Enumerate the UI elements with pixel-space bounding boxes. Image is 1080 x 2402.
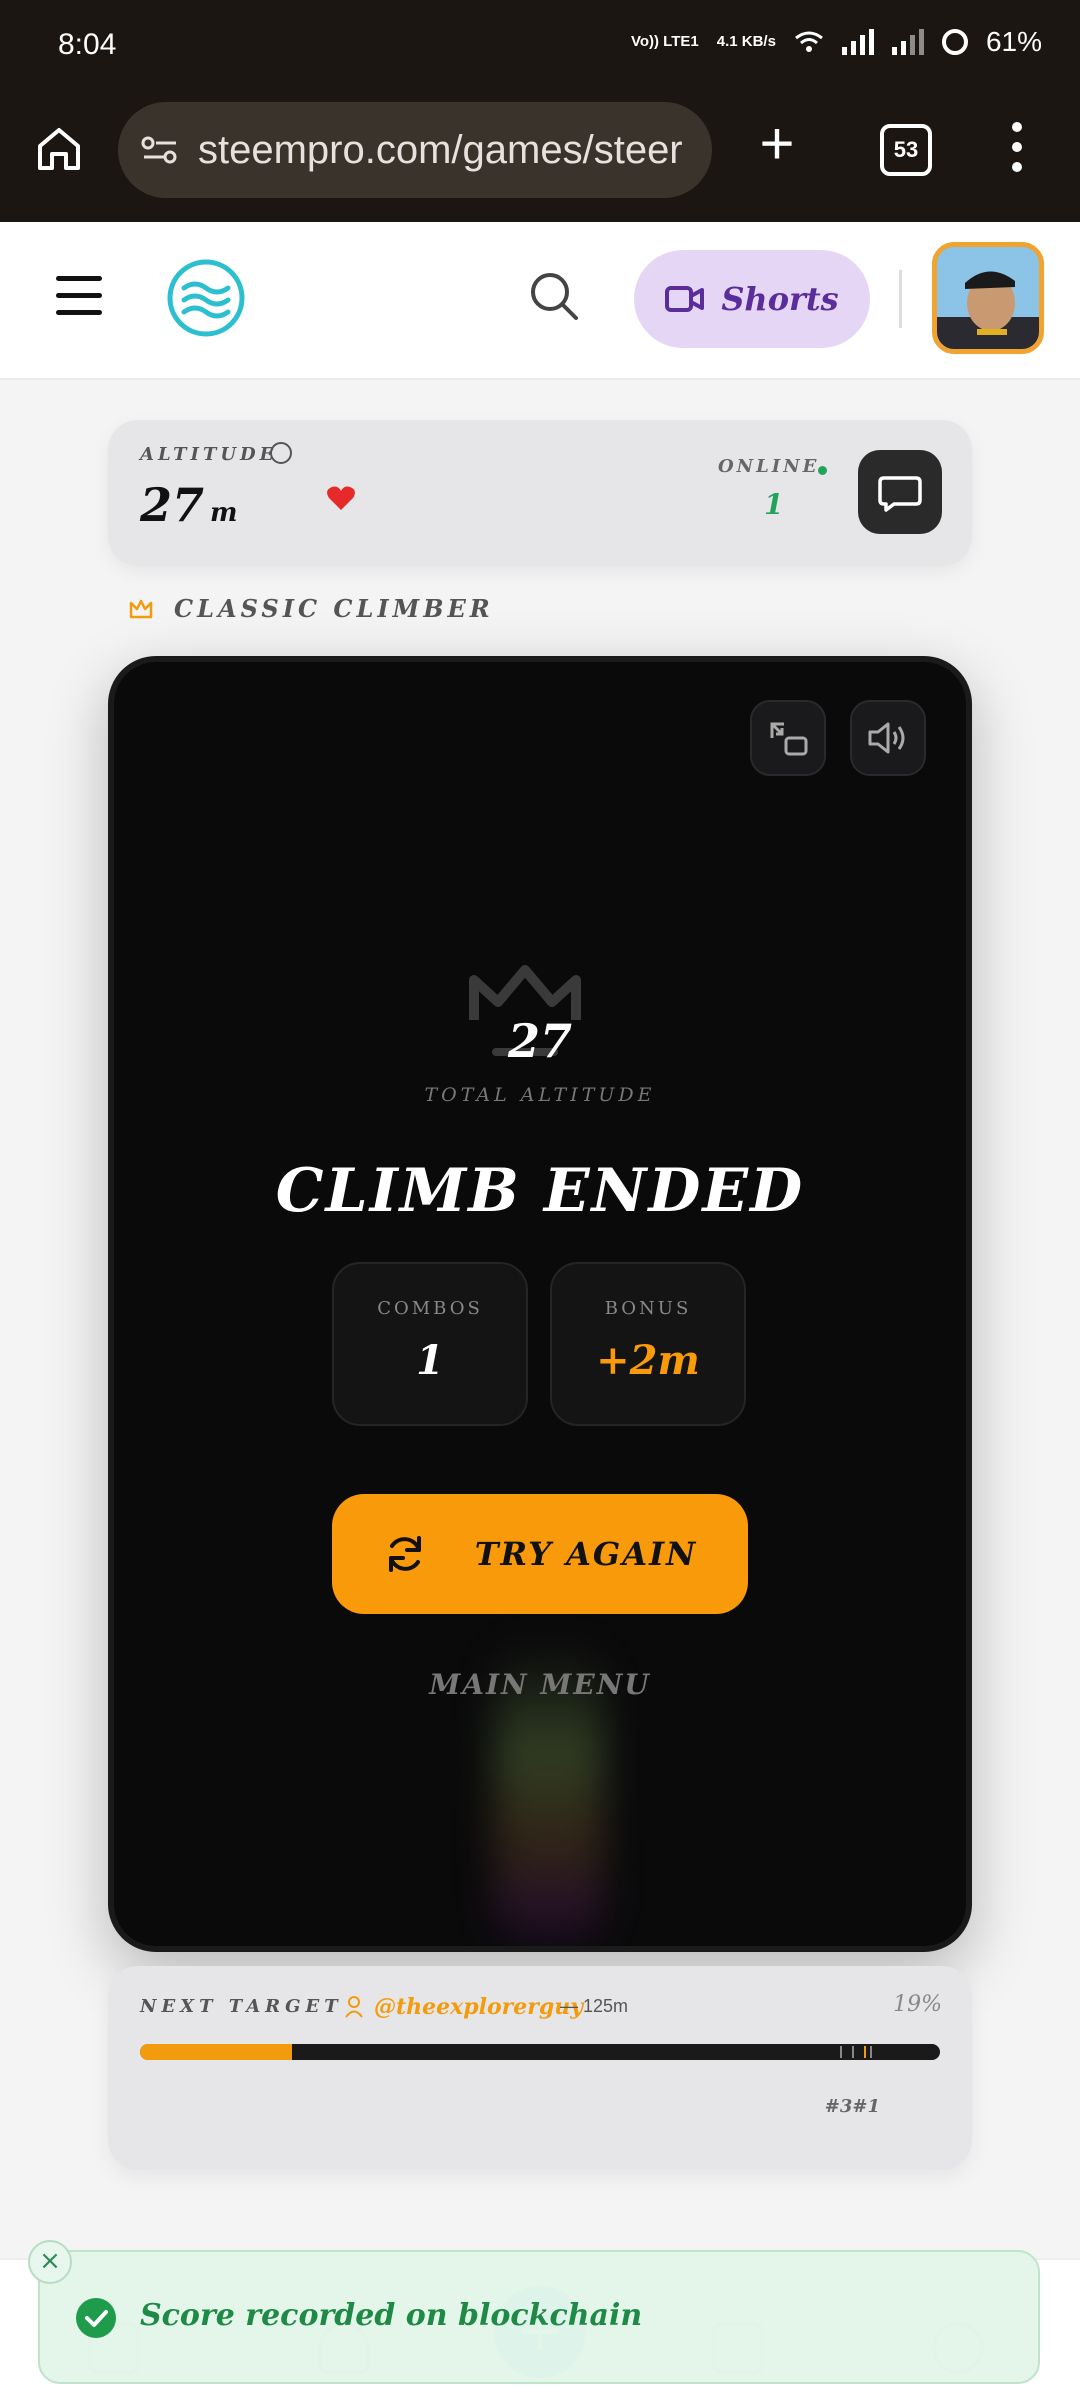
bonus-label: BONUS (604, 1298, 692, 1319)
altitude-number: 27 (140, 478, 205, 532)
altitude-unit: m (210, 498, 238, 528)
status-indicators: Vo)) LTE1 4.1 KB/s 61% (631, 26, 1042, 58)
try-again-button[interactable]: TRY AGAIN (332, 1494, 748, 1614)
search-icon[interactable] (528, 270, 580, 322)
info-icon[interactable] (270, 442, 292, 464)
chat-button[interactable] (858, 450, 942, 534)
target-progress-bar (140, 2044, 940, 2060)
altitude-card: ALTITUDE 27 m ONLINE 1 (108, 420, 972, 566)
header-divider (899, 270, 902, 328)
try-again-label: TRY AGAIN (474, 1535, 698, 1573)
avatar[interactable] (932, 242, 1044, 354)
progress-marker (852, 2046, 854, 2058)
shorts-label: Shorts (721, 280, 839, 318)
combos-stat: COMBOS 1 (332, 1262, 528, 1426)
signal-icon (841, 29, 874, 55)
shorts-button[interactable]: Shorts (634, 250, 870, 348)
total-altitude-value: 27 (507, 1014, 572, 1068)
speaker-icon (868, 722, 905, 754)
tab-switcher-button[interactable]: 53 (880, 124, 932, 176)
next-target-label: NEXT TARGET (140, 1996, 343, 2017)
hamburger-menu-icon[interactable] (56, 276, 102, 316)
main-menu-link[interactable]: MAIN MENU (114, 1668, 966, 1701)
wifi-icon (795, 31, 823, 52)
battery-icon (941, 29, 968, 55)
url-text[interactable]: steempro.com/games/steer (198, 128, 698, 173)
game-mode-label: CLASSIC CLIMBER (174, 594, 494, 623)
progress-marker (864, 2046, 866, 2058)
toast-message: Score recorded on blockchain (140, 2298, 643, 2333)
status-time: 8:04 (58, 28, 117, 61)
address-bar[interactable]: steempro.com/games/steer (118, 102, 712, 198)
altitude-value: 27 m (140, 478, 238, 532)
bonus-stat: BONUS +2m (550, 1262, 746, 1426)
game-canvas[interactable]: 27 TOTAL ALTITUDE CLIMB ENDED COMBOS 1 B… (108, 656, 972, 1952)
check-circle-icon (76, 2298, 116, 2338)
battery-level: 61% (985, 26, 1042, 57)
progress-marker (840, 2046, 842, 2058)
next-target-card: NEXT TARGET @theexplorerguy — 125m 19% #… (108, 1966, 972, 2170)
online-status-dot (818, 466, 827, 475)
combos-value: 1 (416, 1337, 444, 1384)
avatar-image (937, 247, 1039, 349)
steempro-logo[interactable] (166, 258, 246, 338)
crown-icon (129, 599, 153, 618)
combos-label: COMBOS (377, 1298, 483, 1319)
user-icon (345, 1996, 363, 2018)
target-progress-fill (140, 2044, 292, 2060)
video-icon (665, 286, 705, 312)
browser-toolbar: steempro.com/games/steer + 53 (0, 96, 1080, 222)
target-percent: 19% (893, 1992, 942, 2017)
volte-indicator: Vo)) LTE1 (630, 33, 699, 50)
app-header: Shorts (0, 222, 1080, 380)
close-icon[interactable]: × (28, 2240, 72, 2284)
data-speed: 4.1 KB/s (716, 33, 776, 50)
bonus-value: +2m (596, 1337, 700, 1384)
more-options-icon[interactable] (1010, 122, 1024, 178)
heart-icon (327, 486, 355, 510)
climb-ended-title: CLIMB ENDED (275, 1156, 805, 1226)
exit-fullscreen-icon (770, 722, 808, 756)
refresh-icon (388, 1536, 421, 1572)
site-settings-icon[interactable] (140, 135, 180, 165)
status-bar: 8:04 Vo)) LTE1 4.1 KB/s 61% (0, 0, 1080, 96)
signal-icon-2 (891, 29, 924, 55)
altitude-label: ALTITUDE (140, 444, 278, 465)
online-label: ONLINE (718, 456, 820, 477)
check-mark (85, 2310, 108, 2327)
new-tab-button[interactable]: + (750, 114, 804, 174)
target-distance: — 125m (560, 1996, 629, 2016)
toast-notification: Score recorded on blockchain (38, 2250, 1040, 2384)
progress-marker (870, 2046, 872, 2058)
target-username[interactable]: @theexplorerguy (374, 1994, 583, 2020)
game-mode: CLASSIC CLIMBER (128, 594, 494, 623)
target-rank: #3#1 (824, 2096, 880, 2117)
sound-button[interactable] (850, 700, 926, 776)
total-altitude-label: TOTAL ALTITUDE (424, 1084, 656, 1106)
exit-fullscreen-button[interactable] (750, 700, 826, 776)
chat-icon (878, 476, 922, 512)
online-count: 1 (764, 488, 784, 521)
home-icon[interactable] (34, 124, 84, 174)
